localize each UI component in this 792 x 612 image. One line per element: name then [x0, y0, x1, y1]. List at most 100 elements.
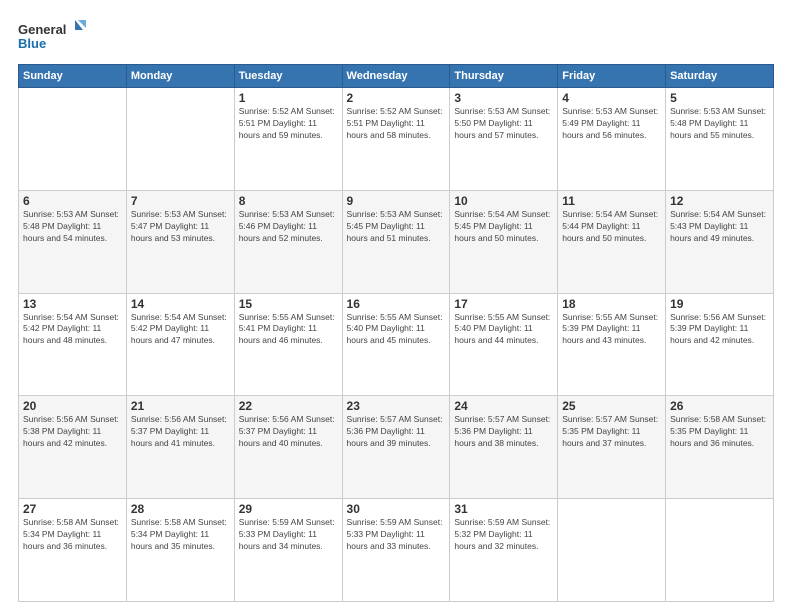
- day-number: 17: [454, 297, 553, 311]
- day-number: 20: [23, 399, 122, 413]
- day-header-thursday: Thursday: [450, 65, 558, 88]
- calendar-cell: 22Sunrise: 5:56 AM Sunset: 5:37 PM Dayli…: [234, 396, 342, 499]
- svg-text:Blue: Blue: [18, 36, 46, 51]
- day-info: Sunrise: 5:57 AM Sunset: 5:35 PM Dayligh…: [562, 414, 661, 450]
- calendar-cell: 29Sunrise: 5:59 AM Sunset: 5:33 PM Dayli…: [234, 499, 342, 602]
- day-number: 12: [670, 194, 769, 208]
- day-number: 3: [454, 91, 553, 105]
- day-number: 30: [347, 502, 446, 516]
- day-number: 4: [562, 91, 661, 105]
- day-info: Sunrise: 5:53 AM Sunset: 5:49 PM Dayligh…: [562, 106, 661, 142]
- calendar-cell: 1Sunrise: 5:52 AM Sunset: 5:51 PM Daylig…: [234, 88, 342, 191]
- day-number: 23: [347, 399, 446, 413]
- calendar-cell: 26Sunrise: 5:58 AM Sunset: 5:35 PM Dayli…: [666, 396, 774, 499]
- calendar-cell: 25Sunrise: 5:57 AM Sunset: 5:35 PM Dayli…: [558, 396, 666, 499]
- day-number: 22: [239, 399, 338, 413]
- day-info: Sunrise: 5:54 AM Sunset: 5:44 PM Dayligh…: [562, 209, 661, 245]
- day-info: Sunrise: 5:54 AM Sunset: 5:43 PM Dayligh…: [670, 209, 769, 245]
- logo: General Blue: [18, 18, 88, 56]
- calendar-cell: 24Sunrise: 5:57 AM Sunset: 5:36 PM Dayli…: [450, 396, 558, 499]
- day-info: Sunrise: 5:54 AM Sunset: 5:42 PM Dayligh…: [131, 312, 230, 348]
- calendar-cell: 2Sunrise: 5:52 AM Sunset: 5:51 PM Daylig…: [342, 88, 450, 191]
- calendar-cell: 17Sunrise: 5:55 AM Sunset: 5:40 PM Dayli…: [450, 293, 558, 396]
- day-number: 29: [239, 502, 338, 516]
- calendar-cell: [19, 88, 127, 191]
- calendar-cell: [126, 88, 234, 191]
- calendar-cell: 31Sunrise: 5:59 AM Sunset: 5:32 PM Dayli…: [450, 499, 558, 602]
- day-info: Sunrise: 5:53 AM Sunset: 5:46 PM Dayligh…: [239, 209, 338, 245]
- day-number: 25: [562, 399, 661, 413]
- day-number: 2: [347, 91, 446, 105]
- day-info: Sunrise: 5:54 AM Sunset: 5:45 PM Dayligh…: [454, 209, 553, 245]
- day-number: 24: [454, 399, 553, 413]
- calendar-cell: 28Sunrise: 5:58 AM Sunset: 5:34 PM Dayli…: [126, 499, 234, 602]
- day-info: Sunrise: 5:58 AM Sunset: 5:34 PM Dayligh…: [23, 517, 122, 553]
- day-number: 11: [562, 194, 661, 208]
- day-number: 13: [23, 297, 122, 311]
- calendar-header-row: SundayMondayTuesdayWednesdayThursdayFrid…: [19, 65, 774, 88]
- day-info: Sunrise: 5:52 AM Sunset: 5:51 PM Dayligh…: [347, 106, 446, 142]
- calendar-cell: 14Sunrise: 5:54 AM Sunset: 5:42 PM Dayli…: [126, 293, 234, 396]
- day-header-friday: Friday: [558, 65, 666, 88]
- day-number: 27: [23, 502, 122, 516]
- calendar-cell: 8Sunrise: 5:53 AM Sunset: 5:46 PM Daylig…: [234, 190, 342, 293]
- calendar-week-4: 27Sunrise: 5:58 AM Sunset: 5:34 PM Dayli…: [19, 499, 774, 602]
- day-info: Sunrise: 5:58 AM Sunset: 5:35 PM Dayligh…: [670, 414, 769, 450]
- day-info: Sunrise: 5:56 AM Sunset: 5:37 PM Dayligh…: [131, 414, 230, 450]
- calendar-week-2: 13Sunrise: 5:54 AM Sunset: 5:42 PM Dayli…: [19, 293, 774, 396]
- day-header-tuesday: Tuesday: [234, 65, 342, 88]
- day-info: Sunrise: 5:59 AM Sunset: 5:33 PM Dayligh…: [239, 517, 338, 553]
- logo-svg: General Blue: [18, 18, 88, 56]
- calendar-cell: [558, 499, 666, 602]
- calendar-cell: 18Sunrise: 5:55 AM Sunset: 5:39 PM Dayli…: [558, 293, 666, 396]
- day-info: Sunrise: 5:55 AM Sunset: 5:39 PM Dayligh…: [562, 312, 661, 348]
- calendar-cell: 5Sunrise: 5:53 AM Sunset: 5:48 PM Daylig…: [666, 88, 774, 191]
- day-number: 10: [454, 194, 553, 208]
- day-info: Sunrise: 5:57 AM Sunset: 5:36 PM Dayligh…: [454, 414, 553, 450]
- day-info: Sunrise: 5:53 AM Sunset: 5:47 PM Dayligh…: [131, 209, 230, 245]
- calendar-cell: 20Sunrise: 5:56 AM Sunset: 5:38 PM Dayli…: [19, 396, 127, 499]
- calendar-cell: 15Sunrise: 5:55 AM Sunset: 5:41 PM Dayli…: [234, 293, 342, 396]
- calendar-cell: 27Sunrise: 5:58 AM Sunset: 5:34 PM Dayli…: [19, 499, 127, 602]
- calendar-cell: 3Sunrise: 5:53 AM Sunset: 5:50 PM Daylig…: [450, 88, 558, 191]
- day-info: Sunrise: 5:53 AM Sunset: 5:45 PM Dayligh…: [347, 209, 446, 245]
- day-info: Sunrise: 5:58 AM Sunset: 5:34 PM Dayligh…: [131, 517, 230, 553]
- calendar-week-1: 6Sunrise: 5:53 AM Sunset: 5:48 PM Daylig…: [19, 190, 774, 293]
- day-info: Sunrise: 5:53 AM Sunset: 5:48 PM Dayligh…: [23, 209, 122, 245]
- calendar-cell: 11Sunrise: 5:54 AM Sunset: 5:44 PM Dayli…: [558, 190, 666, 293]
- day-header-wednesday: Wednesday: [342, 65, 450, 88]
- svg-text:General: General: [18, 22, 66, 37]
- day-number: 15: [239, 297, 338, 311]
- day-number: 9: [347, 194, 446, 208]
- calendar-cell: 16Sunrise: 5:55 AM Sunset: 5:40 PM Dayli…: [342, 293, 450, 396]
- day-info: Sunrise: 5:59 AM Sunset: 5:33 PM Dayligh…: [347, 517, 446, 553]
- calendar-cell: 10Sunrise: 5:54 AM Sunset: 5:45 PM Dayli…: [450, 190, 558, 293]
- day-number: 18: [562, 297, 661, 311]
- day-info: Sunrise: 5:54 AM Sunset: 5:42 PM Dayligh…: [23, 312, 122, 348]
- day-info: Sunrise: 5:53 AM Sunset: 5:48 PM Dayligh…: [670, 106, 769, 142]
- day-number: 16: [347, 297, 446, 311]
- calendar-cell: 12Sunrise: 5:54 AM Sunset: 5:43 PM Dayli…: [666, 190, 774, 293]
- day-info: Sunrise: 5:57 AM Sunset: 5:36 PM Dayligh…: [347, 414, 446, 450]
- day-header-sunday: Sunday: [19, 65, 127, 88]
- day-info: Sunrise: 5:52 AM Sunset: 5:51 PM Dayligh…: [239, 106, 338, 142]
- calendar-cell: 13Sunrise: 5:54 AM Sunset: 5:42 PM Dayli…: [19, 293, 127, 396]
- day-number: 19: [670, 297, 769, 311]
- day-number: 21: [131, 399, 230, 413]
- day-info: Sunrise: 5:56 AM Sunset: 5:38 PM Dayligh…: [23, 414, 122, 450]
- day-header-monday: Monday: [126, 65, 234, 88]
- calendar-cell: 6Sunrise: 5:53 AM Sunset: 5:48 PM Daylig…: [19, 190, 127, 293]
- calendar-cell: 4Sunrise: 5:53 AM Sunset: 5:49 PM Daylig…: [558, 88, 666, 191]
- calendar-cell: 7Sunrise: 5:53 AM Sunset: 5:47 PM Daylig…: [126, 190, 234, 293]
- calendar-cell: 21Sunrise: 5:56 AM Sunset: 5:37 PM Dayli…: [126, 396, 234, 499]
- day-number: 31: [454, 502, 553, 516]
- calendar-cell: 19Sunrise: 5:56 AM Sunset: 5:39 PM Dayli…: [666, 293, 774, 396]
- day-info: Sunrise: 5:56 AM Sunset: 5:39 PM Dayligh…: [670, 312, 769, 348]
- day-info: Sunrise: 5:55 AM Sunset: 5:40 PM Dayligh…: [454, 312, 553, 348]
- day-header-saturday: Saturday: [666, 65, 774, 88]
- day-number: 8: [239, 194, 338, 208]
- day-info: Sunrise: 5:55 AM Sunset: 5:40 PM Dayligh…: [347, 312, 446, 348]
- day-number: 1: [239, 91, 338, 105]
- calendar-table: SundayMondayTuesdayWednesdayThursdayFrid…: [18, 64, 774, 602]
- calendar-week-3: 20Sunrise: 5:56 AM Sunset: 5:38 PM Dayli…: [19, 396, 774, 499]
